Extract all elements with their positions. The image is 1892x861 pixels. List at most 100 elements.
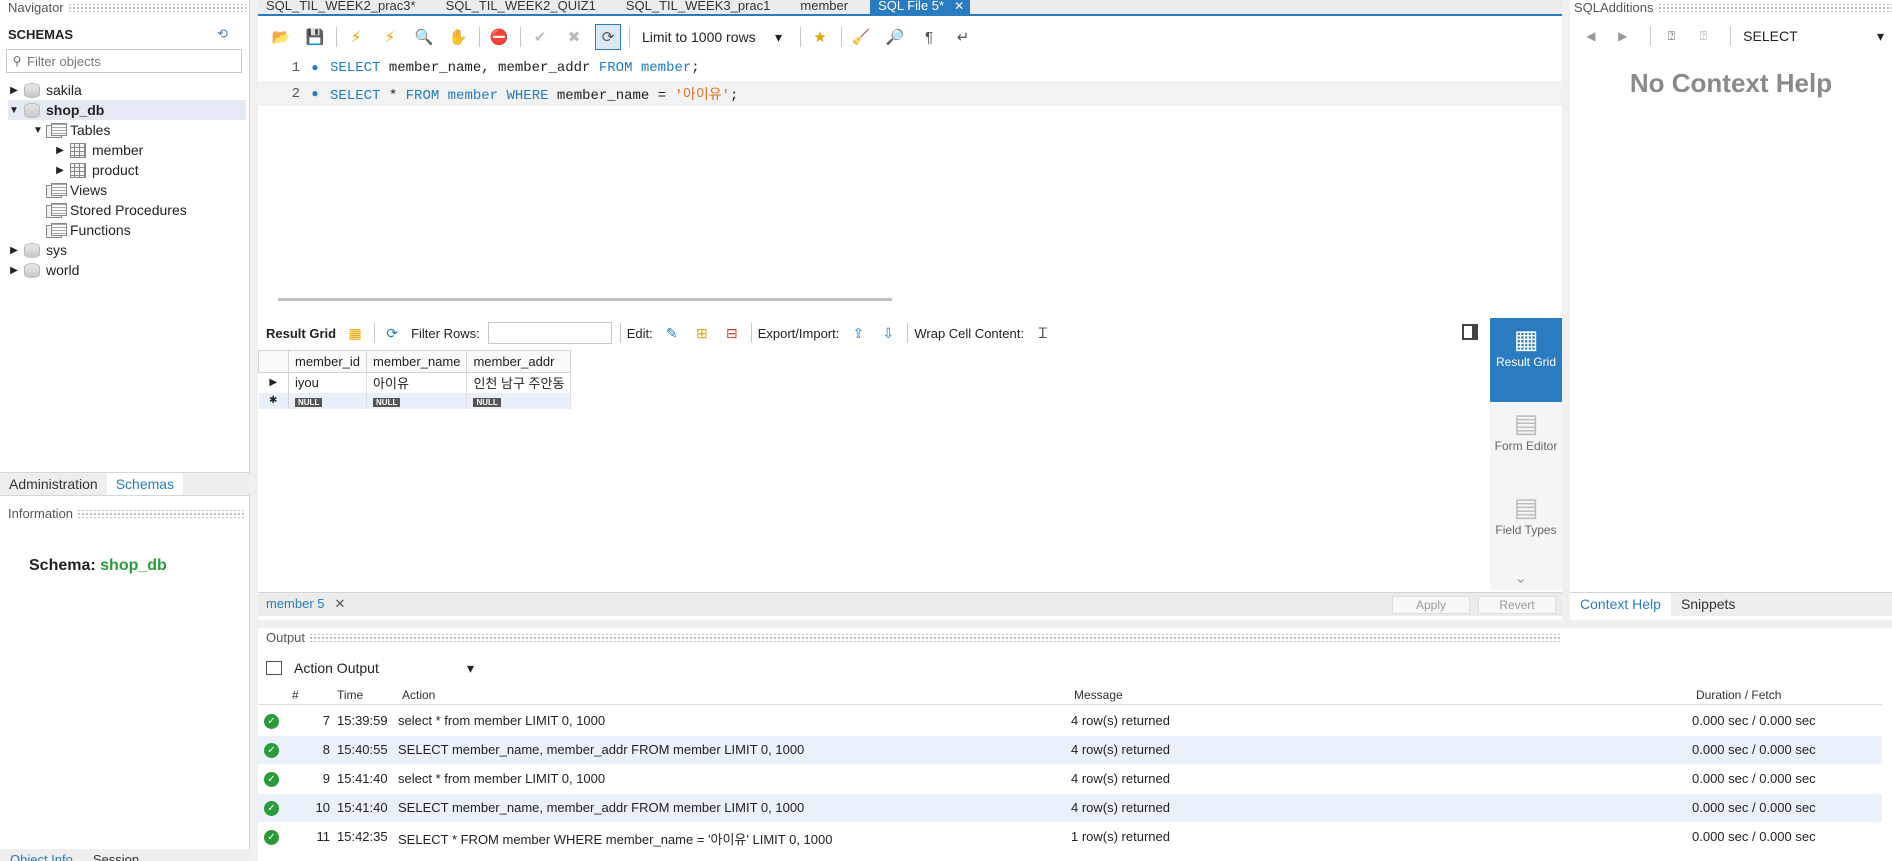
stop-icon[interactable]: ✋ (445, 24, 471, 50)
rollback-icon[interactable]: ✖ (561, 24, 587, 50)
wrap-text-icon[interactable]: Ꮖ (1032, 323, 1054, 343)
grid-cell[interactable]: NULL (288, 392, 368, 409)
result-tab[interactable]: member 5 ✕ (266, 596, 345, 612)
output-mode-value: Action Output (294, 659, 379, 676)
tree-label: shop_db (46, 102, 105, 118)
result-grid-view-button[interactable]: ▦ Result Grid (1490, 318, 1562, 402)
tree-item-world[interactable]: ▶ world (8, 260, 79, 280)
expand-icon[interactable]: ▶ (54, 165, 66, 176)
grid-cell[interactable]: iyou (288, 372, 368, 393)
insert-row-icon[interactable]: ⊞ (691, 323, 713, 343)
horizontal-scrollbar[interactable] (278, 298, 892, 301)
import-icon[interactable]: ⇩ (877, 323, 899, 343)
tab-schemas[interactable]: Schemas (106, 473, 184, 495)
context-topic-select[interactable]: SELECT ▾ (1739, 24, 1888, 48)
edit-row-icon[interactable]: ✎ (661, 323, 683, 343)
back-icon[interactable]: ◀ (1578, 29, 1604, 43)
close-icon[interactable]: ✕ (954, 0, 964, 13)
output-row[interactable]: ✓ 8 15:40:55 SELECT member_name, member_add… (258, 736, 1882, 764)
column-header[interactable]: member_id (287, 350, 368, 373)
tree-item-sys[interactable]: ▶ sys (8, 240, 67, 260)
expand-icon[interactable]: ▶ (8, 85, 20, 96)
tree-item-shop-db[interactable]: ▼ shop_db (8, 100, 246, 120)
execute-icon[interactable]: ⚡ (343, 24, 369, 50)
apply-button[interactable]: Apply (1392, 596, 1470, 614)
output-row[interactable]: ✓ 11 15:42:35 SELECT * FROM member WHERE me… (258, 823, 1882, 851)
expand-icon[interactable]: ▶ (8, 245, 20, 256)
editor-tab[interactable]: SQL_TIL_WEEK2_prac3* (258, 0, 424, 15)
tree-item-product[interactable]: ▶ product (54, 160, 139, 180)
toggle-panel-icon[interactable] (1462, 324, 1478, 340)
output-row[interactable]: ✓ 9 15:41:40 select * from member LIMIT 0, … (258, 765, 1882, 793)
editor-tab[interactable]: SQL_TIL_WEEK3_prac1 (618, 0, 779, 15)
tree-item-stored-procedures[interactable]: Stored Procedures (44, 200, 187, 220)
table-row[interactable]: ▶ iyou 아이유 인천 남구 주안동 (258, 372, 572, 393)
editor-tab[interactable]: member (792, 0, 856, 15)
context-help-icon[interactable]: ⍰ (1659, 29, 1685, 44)
collapse-icon[interactable]: ▼ (32, 125, 44, 136)
column-header[interactable]: member_addr (466, 350, 572, 373)
tab-session[interactable]: Session (83, 849, 149, 861)
grid-cell[interactable]: 아이유 (366, 372, 468, 393)
tab-object-info[interactable]: Object Info (0, 849, 83, 861)
close-icon[interactable]: ✕ (335, 596, 346, 611)
tree-item-views[interactable]: Views (44, 180, 107, 200)
toggle-error-icon[interactable]: ⛔ (486, 24, 512, 50)
tree-item-sakila[interactable]: ▶ sakila (8, 80, 246, 100)
grid-icon[interactable]: ▦ (344, 323, 366, 343)
output-row[interactable]: ✓ 10 15:41:40 SELECT member_name, member_ad… (258, 794, 1882, 822)
auto-help-icon[interactable]: ⍰ (1690, 29, 1716, 44)
word-wrap-icon[interactable]: ↵ (950, 24, 976, 50)
new-row[interactable]: ✱ NULL NULL NULL (258, 392, 572, 409)
output-cell-msg: 4 row(s) returned (1071, 742, 1170, 757)
refresh-icon[interactable]: ⟲ (217, 26, 233, 41)
invisible-chars-icon[interactable]: ¶ (916, 24, 942, 50)
grid-cell[interactable]: NULL (366, 392, 468, 409)
collapse-icon[interactable]: ▼ (8, 105, 20, 116)
tree-item-tables[interactable]: ▼ Tables (32, 120, 110, 140)
filter-rows-input[interactable] (487, 322, 612, 344)
filter-objects-input[interactable] (27, 53, 237, 69)
output-row[interactable]: ✓ 7 15:39:59 select * from member LIMIT 0, … (258, 707, 1882, 735)
info-tabs: Object Info Session (0, 849, 250, 861)
forward-icon[interactable]: ▶ (1610, 29, 1636, 43)
output-mode-select[interactable]: Action Output ▾ (290, 660, 478, 677)
grid-cell[interactable]: NULL (466, 392, 572, 409)
revert-button[interactable]: Revert (1478, 596, 1556, 614)
tree-item-functions[interactable]: Functions (44, 220, 131, 240)
tab-snippets[interactable]: Snippets (1671, 593, 1745, 616)
execute-current-icon[interactable]: ⚡ (377, 24, 403, 50)
expand-icon[interactable]: ▶ (8, 265, 20, 276)
editor-tab[interactable]: SQL_TIL_WEEK2_QUIZ1 (438, 0, 604, 15)
splitter[interactable] (250, 0, 258, 861)
find-icon[interactable]: 🔎 (882, 24, 908, 50)
tab-administration[interactable]: Administration (0, 473, 107, 495)
editor-tab-active[interactable]: SQL File 5* ✕ (870, 0, 971, 15)
limit-rows-select[interactable]: Limit to 1000 rows ▾ (636, 25, 788, 49)
refresh-icon[interactable]: ⟳ (381, 323, 403, 343)
explain-icon[interactable]: 🔍 (411, 24, 437, 50)
chevron-down-icon[interactable]: ⌄ (1514, 568, 1527, 588)
tab-context-help[interactable]: Context Help (1570, 593, 1671, 616)
tree-item-member[interactable]: ▶ member (54, 140, 143, 160)
column-header[interactable]: member_name (366, 350, 468, 373)
open-file-icon[interactable]: 📂 (268, 24, 294, 50)
commit-icon[interactable]: ✔ (527, 24, 553, 50)
column-header: # (292, 688, 299, 702)
save-icon[interactable]: 💾 (302, 24, 328, 50)
autocommit-icon[interactable]: ⟳ (595, 24, 621, 50)
splitter[interactable] (1562, 0, 1570, 620)
grid-cell[interactable]: 인천 남구 주안동 (466, 372, 572, 393)
export-icon[interactable]: ⇪ (847, 323, 869, 343)
sql-editor[interactable]: 1 ● SELECT member_name, member_addr FROM… (258, 52, 1562, 296)
folder-icon (46, 122, 67, 138)
copy-icon[interactable] (266, 661, 282, 675)
splitter[interactable] (258, 620, 1892, 628)
add-snippet-icon[interactable]: ★ (807, 24, 833, 50)
form-editor-button[interactable]: ▤ Form Editor (1490, 406, 1562, 480)
field-types-button[interactable]: ▤ Field Types (1490, 490, 1562, 564)
expand-icon[interactable]: ▶ (54, 145, 66, 156)
delete-row-icon[interactable]: ⊟ (721, 323, 743, 343)
beautify-icon[interactable]: 🧹 (848, 24, 874, 50)
statement-marker-icon: ● (311, 86, 319, 101)
